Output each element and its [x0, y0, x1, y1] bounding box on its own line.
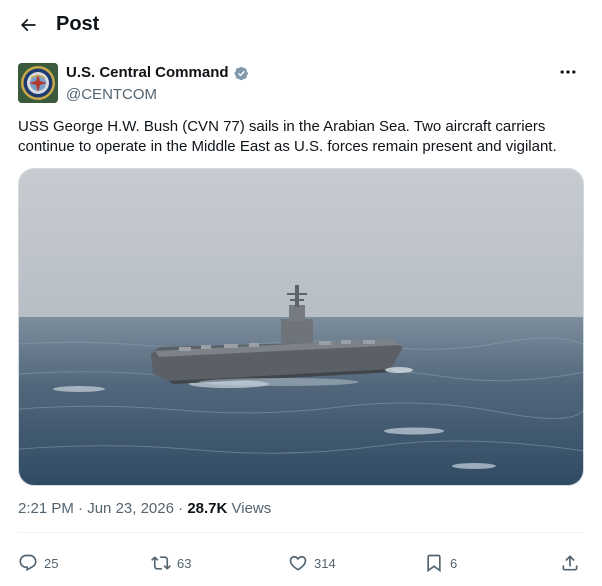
- back-button[interactable]: [12, 9, 44, 41]
- reply-count: 25: [44, 555, 59, 571]
- views-count: 28.7K: [187, 500, 228, 517]
- author-name[interactable]: U.S. Central Command: [66, 64, 229, 81]
- more-options-button[interactable]: [556, 62, 580, 82]
- repost-button[interactable]: 63: [151, 548, 191, 578]
- share-button[interactable]: [560, 548, 580, 578]
- more-horizontal-icon: [560, 70, 576, 74]
- repost-icon: [151, 556, 171, 570]
- meta-separator: ·: [73, 500, 88, 517]
- divider: [18, 532, 584, 533]
- views-label: Views: [227, 500, 272, 517]
- post-metadata: 2:21 PM · Jun 23, 2026 · 28.7K Views: [18, 500, 271, 517]
- bookmark-icon: [427, 554, 441, 573]
- reply-button[interactable]: 25: [18, 548, 58, 578]
- heart-icon: [289, 555, 307, 571]
- author-handle[interactable]: @CENTCOM: [66, 86, 157, 103]
- repost-count: 63: [177, 555, 192, 571]
- reply-icon: [19, 554, 37, 572]
- post-media[interactable]: [18, 168, 584, 486]
- meta-separator: ·: [173, 500, 188, 517]
- share-icon: [562, 555, 578, 571]
- centcom-seal-icon: [18, 63, 58, 103]
- avatar[interactable]: [18, 63, 58, 103]
- aircraft-carrier-photo: [19, 169, 583, 485]
- page-title: Post: [56, 13, 100, 35]
- arrow-left-icon: [20, 18, 36, 32]
- like-count: 314: [314, 555, 336, 571]
- verified-badge-icon: [234, 66, 248, 81]
- post-time[interactable]: 2:21 PM: [18, 500, 74, 517]
- post-text: USS George H.W. Bush (CVN 77) sails in t…: [18, 118, 557, 155]
- post-date[interactable]: Jun 23, 2026: [87, 500, 174, 517]
- bookmark-count: 6: [450, 555, 458, 571]
- action-bar: 25 63 314 6: [0, 548, 602, 578]
- bookmark-button[interactable]: 6: [424, 548, 457, 578]
- top-bar: Post: [0, 0, 602, 52]
- like-button[interactable]: 314: [288, 548, 336, 578]
